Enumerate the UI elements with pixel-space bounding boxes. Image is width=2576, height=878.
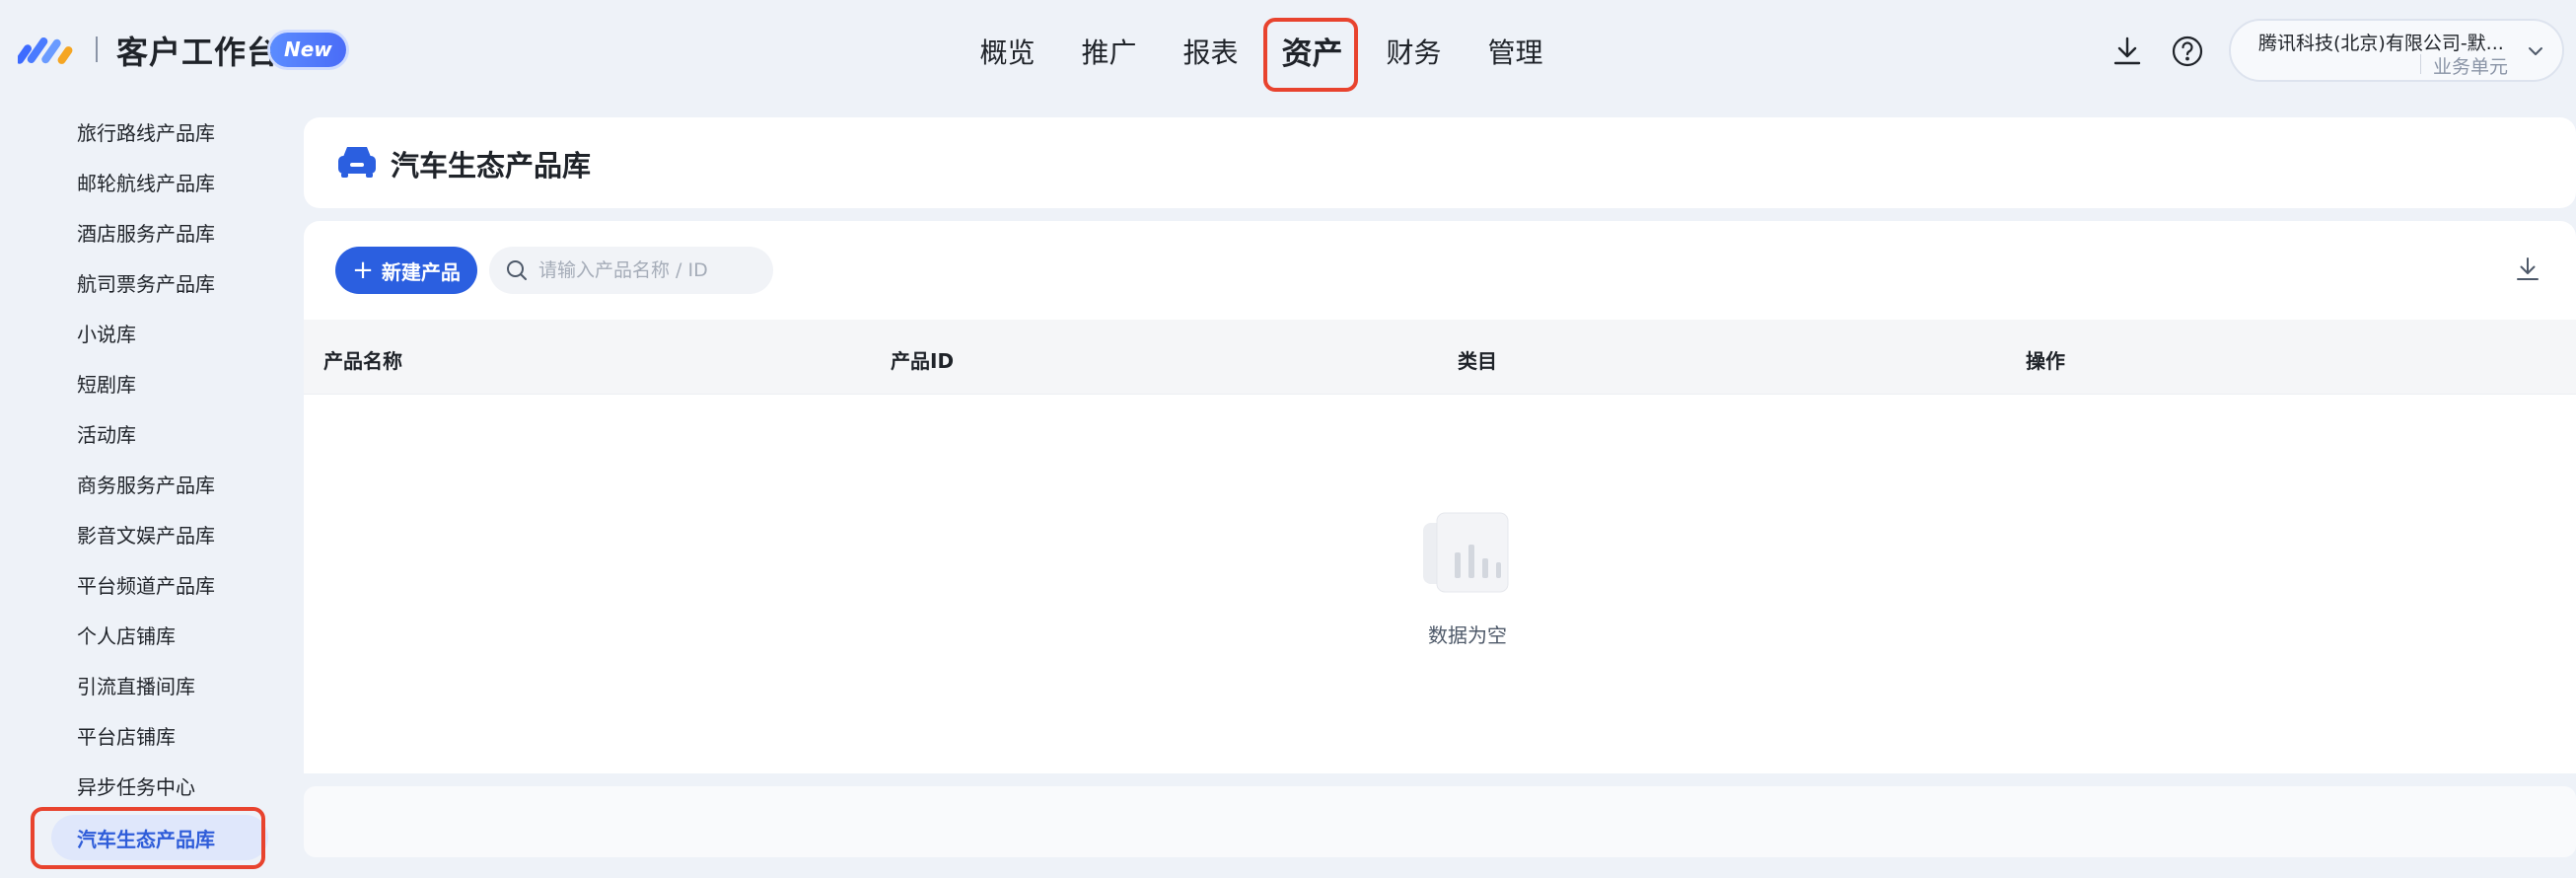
account-name: 腾讯科技(北京)有限公司-默... (2258, 33, 2504, 54)
sidebar-item-airline-tickets[interactable]: 航司票务产品库 (51, 259, 268, 305)
nav-management[interactable]: 管理 (1465, 0, 1566, 102)
page-title: 汽车生态产品库 (391, 149, 592, 183)
logo-divider (96, 37, 98, 62)
account-separator (2420, 54, 2421, 74)
export-download-icon[interactable] (2513, 255, 2542, 284)
sidebar-active-highlight (31, 807, 265, 869)
plus-icon: + (352, 256, 374, 285)
sidebar-item-platform-stores[interactable]: 平台店铺库 (51, 712, 268, 758)
column-header-actions: 操作 (2026, 349, 2065, 373)
account-unit-label: 业务单元 (2433, 56, 2509, 78)
main-nav: 概览 推广 报表 资产 财务 管理 (957, 0, 1566, 102)
nav-finance[interactable]: 财务 (1363, 0, 1465, 102)
empty-data-icon (1423, 512, 1509, 593)
column-header-product-name: 产品名称 (323, 349, 402, 373)
new-product-button[interactable]: + 新建产品 (335, 247, 477, 294)
new-product-label: 新建产品 (381, 259, 461, 284)
sidebar-item-personal-stores[interactable]: 个人店铺库 (51, 612, 268, 657)
account-switcher[interactable]: 腾讯科技(北京)有限公司-默... 业务单元 (2229, 19, 2564, 82)
search-input[interactable] (538, 259, 755, 281)
pagination-footer (304, 786, 2576, 857)
sidebar-item-novels[interactable]: 小说库 (51, 310, 268, 355)
table-header: 产品名称 产品ID 类目 操作 (304, 320, 2576, 395)
car-icon (338, 147, 376, 178)
nav-overview[interactable]: 概览 (957, 0, 1058, 102)
new-badge: New (270, 33, 346, 67)
sidebar-item-events[interactable]: 活动库 (51, 410, 268, 456)
nav-reports[interactable]: 报表 (1160, 0, 1261, 102)
sidebar-item-cruise-routes[interactable]: 邮轮航线产品库 (51, 159, 268, 204)
sidebar-item-entertainment[interactable]: 影音文娱产品库 (51, 511, 268, 556)
sidebar-item-hotel-services[interactable]: 酒店服务产品库 (51, 209, 268, 255)
sidebar-item-async-tasks[interactable]: 异步任务中心 (51, 763, 268, 808)
product-search[interactable] (489, 247, 773, 294)
empty-state-text: 数据为空 (1428, 623, 1507, 647)
sidebar-item-business-services[interactable]: 商务服务产品库 (51, 461, 268, 506)
column-header-product-id: 产品ID (891, 349, 955, 373)
app-title: 客户工作台 (116, 34, 280, 71)
help-icon[interactable] (2170, 34, 2205, 69)
sidebar-item-travel-routes[interactable]: 旅行路线产品库 (51, 109, 268, 154)
empty-state: 数据为空 (1389, 507, 1546, 648)
nav-assets-highlight (1263, 18, 1358, 92)
column-header-category: 类目 (1458, 349, 1497, 373)
nav-promotion[interactable]: 推广 (1058, 0, 1160, 102)
chevron-down-icon (2529, 47, 2542, 55)
download-icon[interactable] (2110, 34, 2145, 69)
product-list-card: + 新建产品 产品名称 产品ID 类目 操作 数据为空 (304, 221, 2576, 773)
sidebar-item-platform-channels[interactable]: 平台频道产品库 (51, 561, 268, 607)
app-logo-icon[interactable] (18, 30, 77, 69)
sidebar-item-short-dramas[interactable]: 短剧库 (51, 360, 268, 405)
search-icon (507, 260, 527, 280)
top-header: 客户工作台 New 概览 推广 报表 资产 财务 管理 腾讯科技(北京)有限公司… (0, 0, 2576, 102)
page-title-card: 汽车生态产品库 (304, 117, 2576, 208)
sidebar-item-live-rooms[interactable]: 引流直播间库 (51, 662, 268, 707)
